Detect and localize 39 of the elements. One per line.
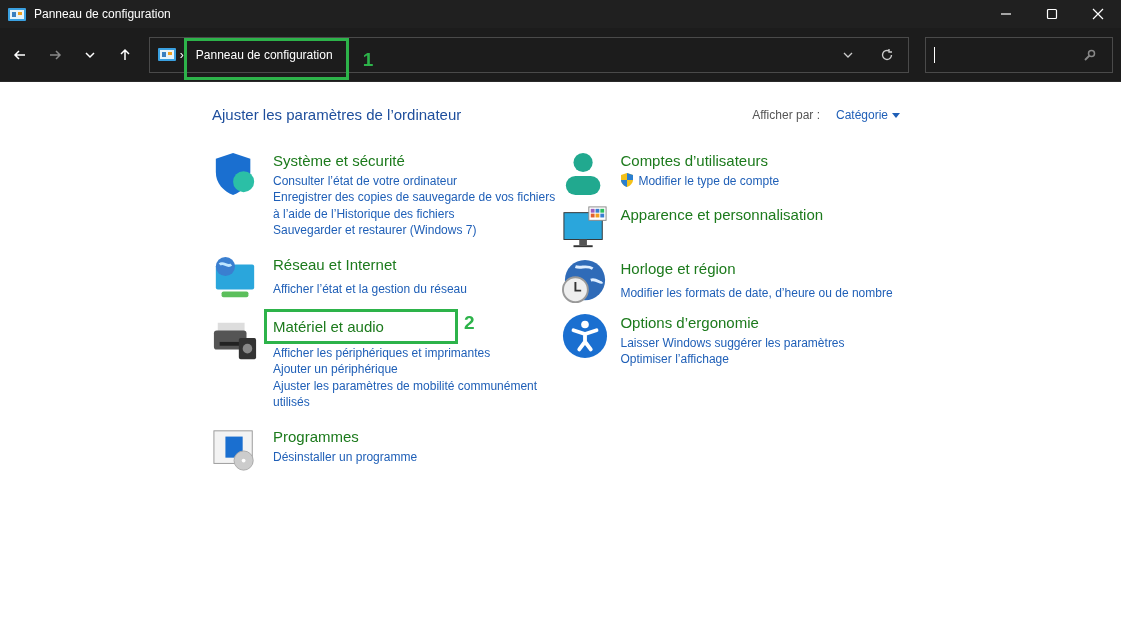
view-by-label: Afficher par : xyxy=(752,107,820,125)
search-field[interactable] xyxy=(924,36,1113,73)
breadcrumb-separator: › xyxy=(179,46,184,64)
task-link[interactable]: Afficher les périphériques et imprimantes xyxy=(273,344,491,361)
task-link[interactable]: Optimiser l’affichage xyxy=(620,351,729,368)
category-title[interactable]: Options d’ergonomie xyxy=(620,313,759,331)
task-link[interactable]: Sauvegarder et restaurer (Windows 7) xyxy=(273,222,477,239)
task-link[interactable]: Modifier les formats de date, d’heure ou de nombre xyxy=(620,284,893,301)
category-title[interactable]: Matériel et audio xyxy=(273,317,384,335)
refresh-icon xyxy=(879,47,894,62)
task-link[interactable]: Ajouter un périphérique xyxy=(273,361,398,378)
annotation-number: 2 xyxy=(463,310,475,335)
task-link[interactable]: Consulter l’état de votre ordinateur xyxy=(273,172,458,189)
forward-arrow-icon xyxy=(47,47,62,62)
task-link[interactable]: Modifier le type de compte xyxy=(638,172,780,189)
task-link[interactable]: Afficher l’état et la gestion du réseau xyxy=(273,280,467,297)
breadcrumb-item[interactable]: Panneau de configuration xyxy=(195,47,333,62)
category-title[interactable]: Horloge et région xyxy=(620,259,736,277)
caret-down-icon xyxy=(892,112,900,118)
control-panel-icon xyxy=(157,47,176,62)
category-title[interactable]: Comptes d’utilisateurs xyxy=(620,151,768,169)
search-icon xyxy=(1084,48,1096,61)
category-title[interactable]: Apparence et personnalisation xyxy=(620,205,824,223)
category-title[interactable]: Réseau et Internet xyxy=(273,255,397,273)
task-link[interactable]: Désinstaller un programme xyxy=(273,448,418,465)
view-by-dropdown[interactable]: Catégorie xyxy=(835,106,900,125)
maximize-icon xyxy=(1046,8,1058,20)
category-title[interactable]: Système et sécurité xyxy=(273,151,405,169)
accessibility-icon xyxy=(562,312,609,359)
page-heading: Ajuster les paramètres de l’ordinateur xyxy=(212,105,463,125)
category-title[interactable]: Programmes xyxy=(273,427,359,445)
window-title: Panneau de configuration xyxy=(34,6,171,23)
task-link[interactable]: Ajuster les paramètres de mobilité communément utilisés xyxy=(273,377,563,411)
annotation-number: 1 xyxy=(362,47,374,72)
task-link[interactable]: Laisser Windows suggérer les paramètres xyxy=(620,334,845,351)
close-icon xyxy=(1092,8,1104,20)
control-panel-icon xyxy=(8,6,26,22)
back-arrow-icon xyxy=(12,47,27,62)
task-link[interactable]: Enregistrer des copies de sauvegarde de vos fichiers à l’aide de l’Historique des fichiers xyxy=(273,189,563,222)
